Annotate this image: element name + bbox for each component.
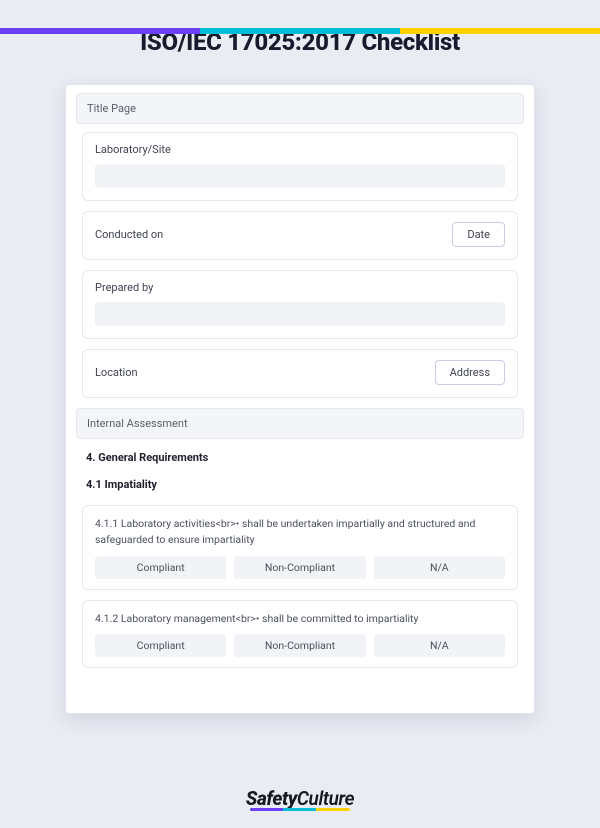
- answer-non-compliant[interactable]: Non-Compliant: [234, 634, 365, 657]
- section-header-title-page: Title Page: [76, 93, 524, 124]
- answer-compliant[interactable]: Compliant: [95, 556, 226, 579]
- field-label: Prepared by: [95, 281, 505, 294]
- logo-underline-icon: [250, 808, 350, 811]
- footer-logo: SafetyCulture: [0, 787, 600, 810]
- heading-4: 4. General Requirements: [86, 451, 518, 464]
- checklist-card: Title Page Laboratory/Site Conducted on …: [65, 84, 535, 714]
- question-4-1-1: 4.1.1 Laboratory activities<br>• shall b…: [82, 505, 518, 590]
- field-label: Laboratory/Site: [95, 143, 505, 156]
- logo-part1: Safety: [246, 787, 297, 810]
- laboratory-input[interactable]: [95, 164, 505, 188]
- field-label: Conducted on: [95, 228, 163, 241]
- logo-part2: Culture: [297, 787, 354, 810]
- field-label: Location: [95, 366, 138, 379]
- question-4-1-2: 4.1.2 Laboratory management<br>• shall b…: [82, 600, 518, 669]
- prepared-by-input[interactable]: [95, 302, 505, 326]
- answer-na[interactable]: N/A: [374, 556, 505, 579]
- answer-non-compliant[interactable]: Non-Compliant: [234, 556, 365, 579]
- field-laboratory: Laboratory/Site: [82, 132, 518, 201]
- answer-na[interactable]: N/A: [374, 634, 505, 657]
- field-location: Location Address: [82, 349, 518, 398]
- question-text: 4.1.1 Laboratory activities<br>• shall b…: [95, 516, 505, 548]
- heading-4-1: 4.1 Impatiality: [86, 478, 518, 491]
- question-text: 4.1.2 Laboratory management<br>• shall b…: [95, 611, 505, 627]
- answer-compliant[interactable]: Compliant: [95, 634, 226, 657]
- section-header-internal-assessment: Internal Assessment: [76, 408, 524, 439]
- field-prepared-by: Prepared by: [82, 270, 518, 339]
- brand-stripe: [0, 28, 600, 34]
- date-button[interactable]: Date: [452, 222, 505, 247]
- address-button[interactable]: Address: [435, 360, 505, 385]
- field-conducted-on: Conducted on Date: [82, 211, 518, 260]
